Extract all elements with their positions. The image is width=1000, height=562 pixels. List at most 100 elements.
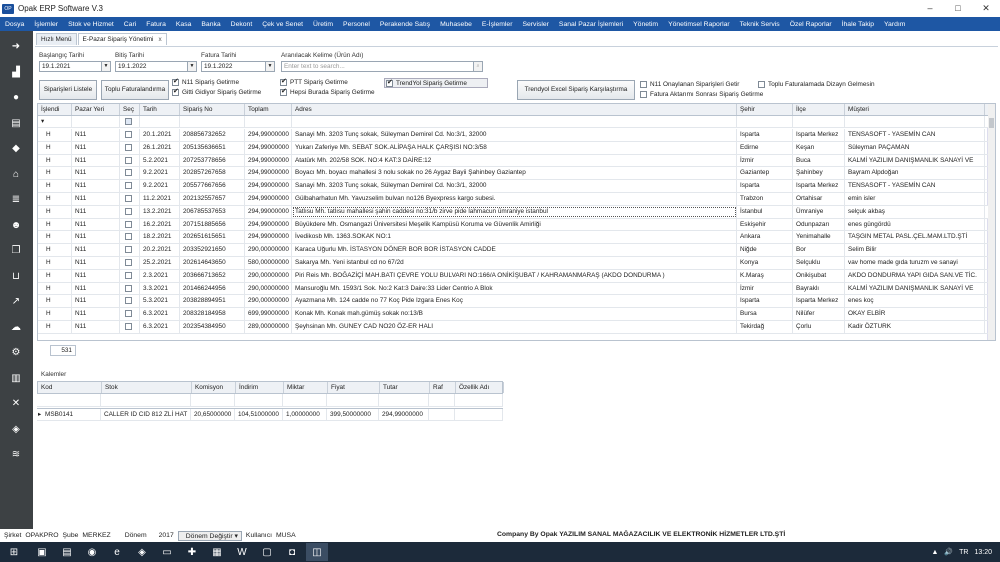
cell-customer[interactable]: TENSASOFT - YASEMİN CAN [845, 129, 985, 141]
cell-city[interactable]: İstanbul [737, 205, 793, 218]
ptt-checkbox[interactable]: PTT Sipariş Getirme [280, 77, 348, 86]
filter-cell[interactable] [845, 116, 985, 127]
cell-district[interactable]: Yenimahalle [793, 231, 845, 244]
checkbox-box[interactable] [172, 77, 179, 86]
chart-icon[interactable]: ↗ [9, 295, 23, 309]
cell-market[interactable]: N11 [72, 321, 120, 333]
cell-qty[interactable]: 1,00000000 [283, 409, 327, 420]
table-row[interactable]: H N11 6.3.2021 208328184958 699,99000000 Kona… [38, 308, 988, 321]
filter-cell[interactable] [327, 394, 379, 406]
cell-city[interactable]: Edirne [737, 141, 793, 154]
column-header[interactable]: Seç [120, 104, 140, 115]
select-cell[interactable] [120, 205, 140, 218]
table-row[interactable]: H N11 18.2.2021 202651615651 294,99000000 İve… [38, 231, 988, 245]
cell-total[interactable]: 290,00000000 [245, 282, 292, 295]
cell-market[interactable]: N11 [72, 167, 120, 180]
cell-processed[interactable]: H [38, 231, 72, 244]
select-cell[interactable] [120, 154, 140, 167]
tab-quick-menu[interactable]: Hızlı Menü [36, 33, 77, 45]
cell-date[interactable]: 25.2.2021 [140, 257, 180, 269]
select-cell[interactable] [120, 282, 140, 295]
cell-market[interactable]: N11 [72, 231, 120, 244]
cell-city[interactable]: İzmir [737, 154, 793, 167]
cell-address[interactable]: Tatlısu Mh. tatlısu mahallesi şahin cadd… [292, 205, 737, 218]
cell-total[interactable]: 294,99000000 [245, 154, 292, 167]
menu-item[interactable]: Muhasebe [435, 21, 477, 28]
row-checkbox[interactable] [125, 156, 132, 164]
cell-processed[interactable]: H [38, 141, 72, 154]
select-cell[interactable] [120, 308, 140, 320]
select-cell[interactable] [120, 129, 140, 141]
cell-city[interactable]: Konya [737, 257, 793, 269]
filter-cell[interactable] [283, 394, 327, 406]
menu-item[interactable]: Personel [338, 21, 375, 28]
cell-order[interactable]: 202614643650 [180, 257, 245, 269]
checkbox-box[interactable] [758, 81, 765, 88]
cell-district[interactable]: Ortahisar [793, 193, 845, 205]
menu-item[interactable]: Yönetim [628, 21, 663, 28]
row-checkbox[interactable] [125, 271, 132, 279]
table-row[interactable]: H N11 26.1.2021 205135636651 294,99000000 Yuk… [38, 141, 988, 155]
filter-cell[interactable] [429, 394, 455, 406]
table-row[interactable]: H N11 2.3.2021 203666713652 290,00000000 Piri… [38, 269, 988, 283]
menu-item[interactable]: Dekont [226, 21, 258, 28]
tools-icon[interactable]: ✕ [9, 397, 23, 411]
stack-icon[interactable]: ≋ [9, 448, 23, 462]
after-transfer-checkbox[interactable]: Fatura Aktarımı Sonrası Sipariş Getirme [640, 91, 763, 98]
cell-date[interactable]: 16.2.2021 [140, 218, 180, 231]
menu-item[interactable]: Perakende Satış [375, 21, 435, 28]
cell-processed[interactable]: H [38, 193, 72, 205]
people-icon[interactable]: ☻ [9, 219, 23, 233]
tray-up-icon[interactable]: ▲ [931, 549, 938, 556]
cell-total[interactable]: 290,00000000 [245, 269, 292, 282]
cloud-icon[interactable]: ☁ [9, 321, 23, 335]
cell-address[interactable]: Sanayi Mh. 3203 Tunç sokak, Süleyman Dem… [292, 129, 737, 141]
filter-cell[interactable] [140, 116, 180, 127]
orders-filter-row[interactable]: ▾ [38, 116, 988, 128]
cell-city[interactable]: Isparta [737, 129, 793, 141]
column-header[interactable]: Sipariş No [180, 104, 245, 115]
cell-order[interactable]: 202132557657 [180, 193, 245, 205]
filter-icon[interactable]: ▾ [38, 116, 72, 127]
cell-market[interactable]: N11 [72, 193, 120, 205]
select-all-checkbox[interactable] [125, 118, 132, 125]
cell-order[interactable]: 203828894951 [180, 295, 245, 308]
cell-customer[interactable]: Süleyman PAÇAMAN [845, 141, 985, 154]
select-cell[interactable] [120, 141, 140, 154]
cell-market[interactable]: N11 [72, 308, 120, 320]
chrome-icon[interactable]: ◉ [81, 543, 103, 561]
end-date-field[interactable]: 19.1.2022 ▼ [115, 61, 197, 72]
chevron-down-icon[interactable]: ▼ [265, 62, 274, 71]
cell-district[interactable]: Selçuklu [793, 257, 845, 269]
table-row[interactable]: H N11 6.3.2021 202354384950 289,00000000 Şeyh… [38, 321, 988, 334]
filter-cell[interactable] [191, 394, 235, 406]
cell-total[interactable]: 294,99000000 [245, 129, 292, 141]
cell-shelf[interactable] [429, 409, 455, 420]
select-cell[interactable] [120, 180, 140, 192]
cell-market[interactable]: N11 [72, 257, 120, 269]
cell-total[interactable]: 699,99000000 [245, 308, 292, 320]
filter-cell[interactable] [101, 394, 191, 406]
cell-address[interactable]: Yukarı Zaferiye Mh. SEBAT SOK.ALİPAŞA HA… [292, 141, 737, 154]
row-checkbox[interactable] [125, 310, 132, 318]
select-cell[interactable] [120, 231, 140, 244]
terminal-icon[interactable]: ▭ [156, 543, 178, 561]
start-icon[interactable]: ⊞ [0, 543, 28, 561]
n11-checkbox[interactable]: N11 Sipariş Getirme [172, 77, 239, 86]
trendyol-excel-button[interactable]: Trendyol Excel Sipariş Karşılaştırma [517, 80, 635, 100]
cell-processed[interactable]: H [38, 269, 72, 282]
cell-address[interactable]: İvedikosb Mh. 1363.SOKAK NO:1 [292, 231, 737, 244]
cell-date[interactable]: 26.1.2021 [140, 141, 180, 154]
column-header[interactable]: Komisyon [192, 382, 236, 393]
cell-address[interactable]: Büyükdere Mh. Osmangazi Üniversitesi Meş… [292, 218, 737, 231]
cell-total[interactable]: 294,99000000 [245, 231, 292, 244]
checkbox-box[interactable] [172, 87, 179, 96]
menu-item[interactable]: Teknik Servis [735, 21, 785, 28]
checkbox-box[interactable] [386, 78, 393, 87]
filter-cell[interactable] [379, 394, 429, 406]
cell-market[interactable]: N11 [72, 269, 120, 282]
cell-total[interactable]: 580,00000000 [245, 257, 292, 269]
menu-item[interactable]: Stok ve Hizmet [63, 21, 119, 28]
period-change-select[interactable]: Dönem Değiştir ▾ [177, 530, 242, 541]
cell-date[interactable]: 5.3.2021 [140, 295, 180, 308]
